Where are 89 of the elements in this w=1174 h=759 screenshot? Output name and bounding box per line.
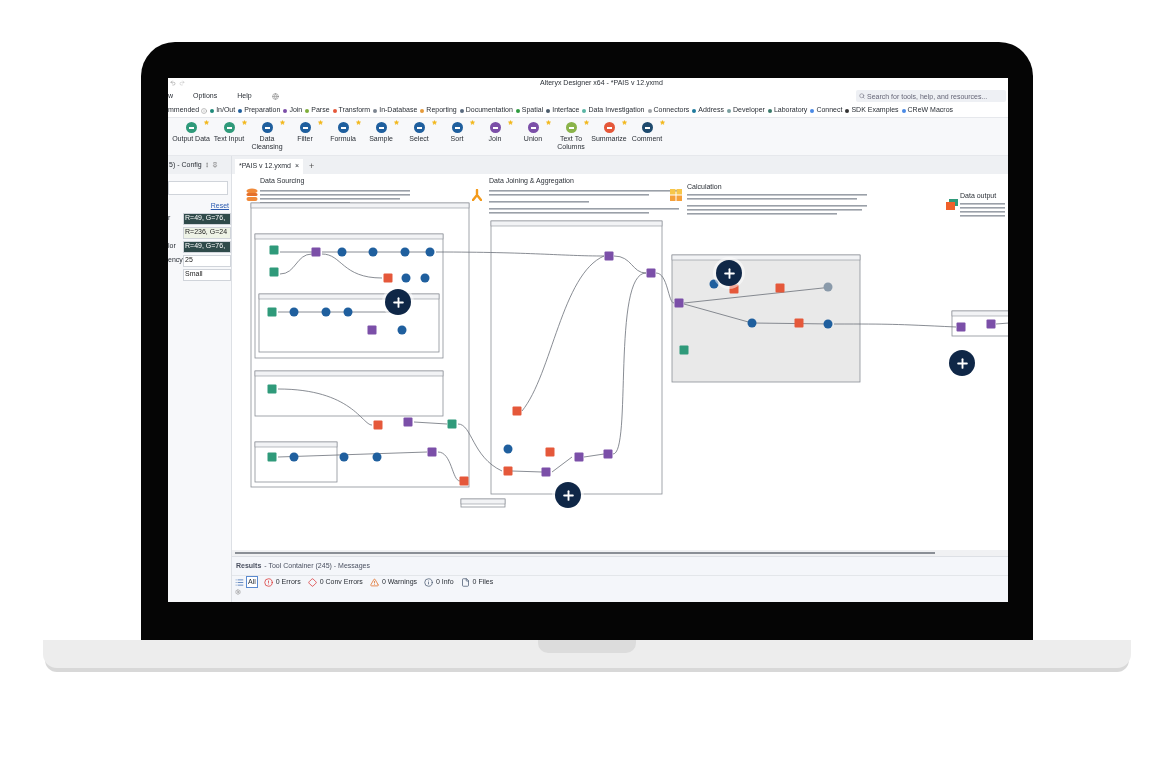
tool-node[interactable] bbox=[545, 447, 555, 457]
tool-node[interactable] bbox=[368, 247, 378, 257]
star-icon bbox=[546, 120, 551, 125]
connector-line bbox=[413, 421, 448, 425]
star-icon bbox=[204, 120, 209, 125]
scrollbar[interactable] bbox=[235, 552, 935, 554]
add-hotspot-button[interactable] bbox=[949, 350, 975, 376]
file-icon bbox=[460, 577, 470, 587]
connector-line bbox=[511, 470, 543, 473]
tool-node[interactable] bbox=[337, 247, 347, 257]
tool-node[interactable] bbox=[709, 279, 719, 289]
star-icon bbox=[584, 120, 589, 125]
add-hotspot-button[interactable] bbox=[555, 482, 581, 508]
tool-node[interactable] bbox=[674, 298, 684, 308]
tool-node[interactable] bbox=[397, 325, 407, 335]
tool-node[interactable] bbox=[775, 283, 785, 293]
connector-line bbox=[995, 321, 1008, 325]
tool-node[interactable] bbox=[267, 452, 277, 462]
star-icon bbox=[318, 120, 323, 125]
tool-node[interactable] bbox=[383, 273, 393, 283]
conversion-error-icon bbox=[307, 577, 317, 587]
tool-node[interactable] bbox=[269, 267, 279, 277]
tool-node[interactable] bbox=[729, 284, 739, 294]
tool-node[interactable] bbox=[794, 318, 804, 328]
tool-node[interactable] bbox=[956, 322, 966, 332]
folders-icon bbox=[946, 199, 958, 210]
search-icon bbox=[859, 93, 865, 99]
description-text-lines bbox=[960, 203, 1005, 217]
tool-node[interactable] bbox=[373, 420, 383, 430]
star-icon bbox=[660, 120, 665, 125]
tool-node[interactable] bbox=[267, 384, 277, 394]
tool-node[interactable] bbox=[343, 307, 353, 317]
info-icon bbox=[201, 107, 208, 114]
plus-icon bbox=[390, 294, 406, 310]
tool-node[interactable] bbox=[427, 447, 437, 457]
tool-node[interactable] bbox=[986, 319, 996, 329]
tool-node[interactable] bbox=[401, 273, 411, 283]
tool-node[interactable] bbox=[367, 325, 377, 335]
warning-icon bbox=[369, 577, 379, 587]
tool-node[interactable] bbox=[503, 466, 513, 476]
tool-node[interactable] bbox=[574, 452, 584, 462]
tool-node[interactable] bbox=[823, 319, 833, 329]
calculator-icon bbox=[670, 189, 682, 201]
tool-node[interactable] bbox=[289, 452, 299, 462]
tool-node[interactable] bbox=[372, 452, 382, 462]
tool-node[interactable] bbox=[267, 307, 277, 317]
branch-icon bbox=[472, 189, 482, 201]
database-icon bbox=[246, 188, 258, 202]
plus-icon bbox=[560, 487, 576, 503]
new-tab-button[interactable]: + bbox=[309, 159, 315, 174]
tool-node[interactable] bbox=[403, 417, 413, 427]
tool-node[interactable] bbox=[447, 419, 457, 429]
tool-node[interactable] bbox=[420, 273, 430, 283]
plus-icon bbox=[721, 265, 737, 281]
tool-node[interactable] bbox=[269, 245, 279, 255]
tool-node[interactable] bbox=[604, 251, 614, 261]
tool-node[interactable] bbox=[679, 345, 689, 355]
star-icon bbox=[280, 120, 285, 125]
tool-node[interactable] bbox=[311, 247, 321, 257]
tool-node[interactable] bbox=[459, 476, 469, 486]
error-icon bbox=[263, 577, 273, 587]
input-field[interactable] bbox=[168, 181, 228, 195]
star-icon bbox=[470, 120, 475, 125]
star-icon bbox=[432, 120, 437, 125]
star-icon bbox=[508, 120, 513, 125]
tool-node[interactable] bbox=[503, 444, 513, 454]
connector-line bbox=[583, 453, 605, 458]
tool-node[interactable] bbox=[425, 247, 435, 257]
tool-node[interactable] bbox=[603, 449, 613, 459]
tool-container[interactable] bbox=[258, 293, 440, 353]
connector-line bbox=[551, 456, 573, 473]
star-icon bbox=[356, 120, 361, 125]
tool-node[interactable] bbox=[321, 307, 331, 317]
container-title-bar[interactable] bbox=[250, 202, 470, 209]
tool-node[interactable] bbox=[512, 406, 522, 416]
tool-node[interactable] bbox=[823, 282, 833, 292]
list-icon bbox=[235, 577, 244, 587]
tool-node[interactable] bbox=[646, 268, 656, 278]
tool-node[interactable] bbox=[541, 467, 551, 477]
info-icon bbox=[424, 577, 434, 587]
star-icon bbox=[394, 120, 399, 125]
tool-node[interactable] bbox=[339, 452, 349, 462]
plus-icon bbox=[954, 355, 970, 371]
connector-line bbox=[655, 272, 675, 304]
star-icon bbox=[622, 120, 627, 125]
tool-node[interactable] bbox=[400, 247, 410, 257]
tool-node[interactable] bbox=[289, 307, 299, 317]
tool-node[interactable] bbox=[747, 318, 757, 328]
star-icon bbox=[242, 120, 247, 125]
